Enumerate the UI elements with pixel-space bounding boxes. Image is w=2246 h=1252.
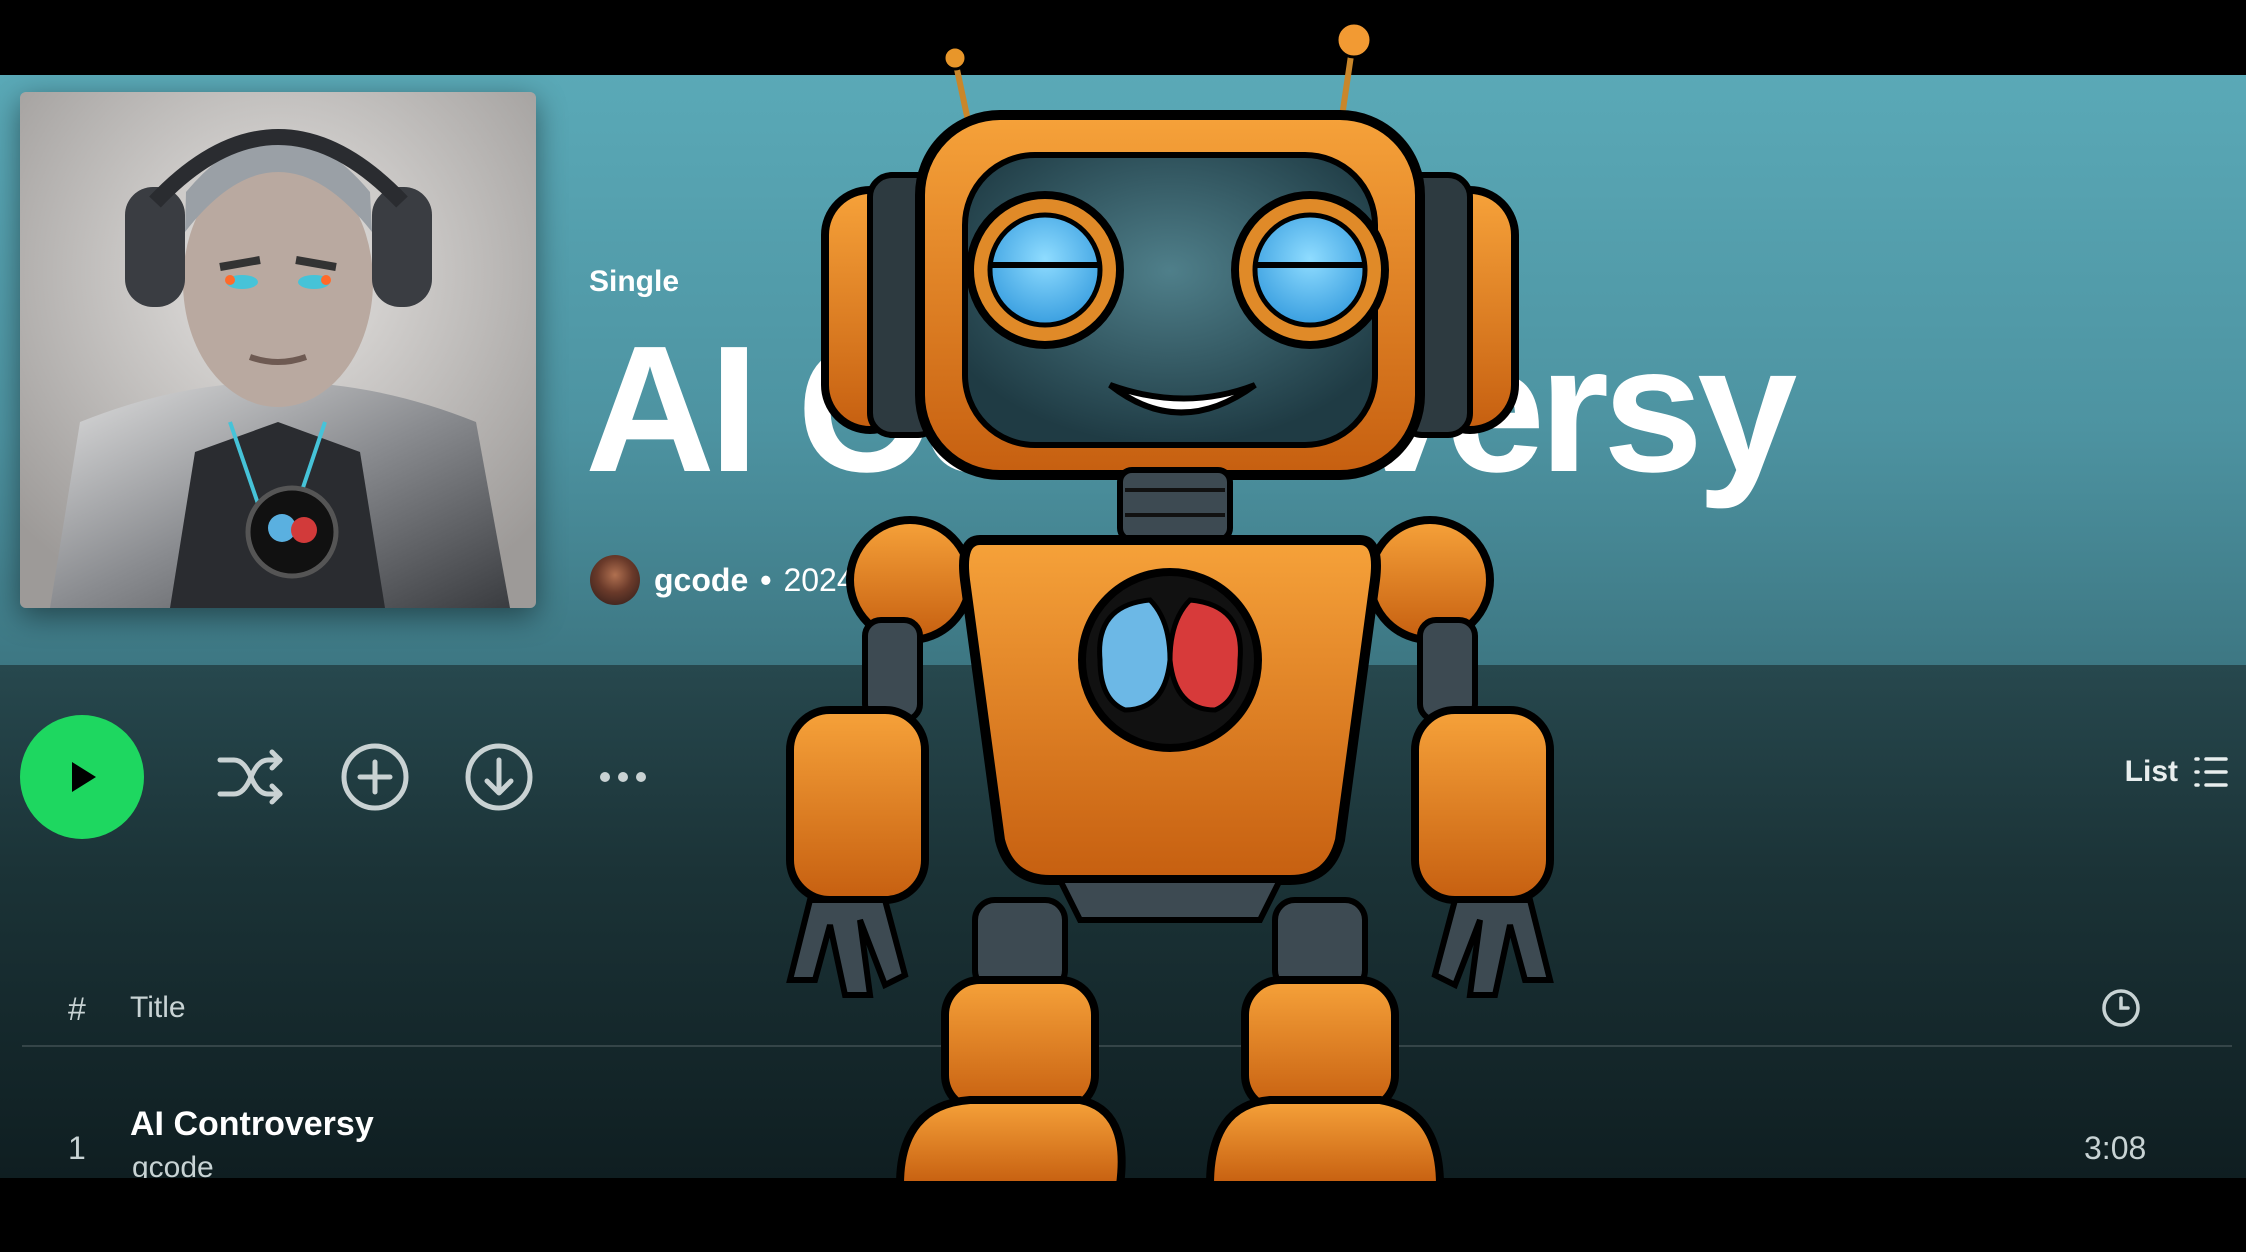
clock-icon	[2102, 989, 2140, 1027]
more-options-button[interactable]	[586, 740, 660, 814]
play-button[interactable]	[20, 715, 144, 839]
track-title[interactable]: AI Controversy	[130, 1105, 374, 1144]
view-toggle-button[interactable]: List	[2125, 753, 2230, 791]
add-circle-icon	[341, 743, 409, 811]
more-icon	[600, 772, 646, 782]
track-artist[interactable]: gcode	[132, 1151, 214, 1178]
track-duration: 3:08	[2084, 1130, 2147, 1166]
shuffle-icon	[217, 749, 283, 805]
download-circle-icon	[465, 743, 533, 811]
add-to-library-button[interactable]	[338, 740, 412, 814]
view-toggle-label: List	[2124, 755, 2178, 788]
list-icon	[2194, 757, 2228, 787]
download-button[interactable]	[462, 740, 536, 814]
track-number: 1	[68, 1130, 86, 1166]
album-cover[interactable]	[20, 92, 536, 608]
cyborg-cover-art	[20, 92, 536, 608]
column-number-header: #	[68, 991, 86, 1027]
robot-illustration	[786, 21, 1554, 1189]
robot-mascot-overlay	[770, 20, 1570, 1195]
shuffle-button[interactable]	[214, 740, 288, 814]
column-title-header: Title	[130, 991, 186, 1024]
play-icon	[72, 762, 96, 792]
release-type-label: Single	[589, 265, 680, 298]
artist-avatar[interactable]	[590, 555, 640, 605]
artist-link[interactable]: gcode	[654, 562, 748, 599]
